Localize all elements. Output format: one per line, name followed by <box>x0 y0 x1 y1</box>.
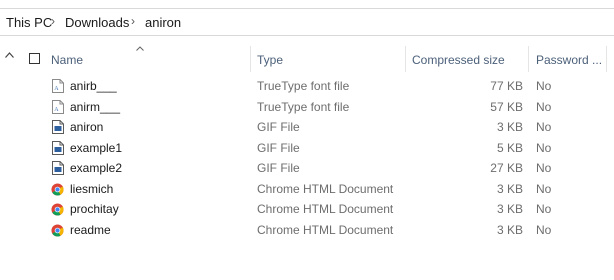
breadcrumb-this-pc[interactable]: This PC <box>6 15 52 30</box>
file-name: anirb___ <box>70 79 117 93</box>
breadcrumb-downloads[interactable]: Downloads <box>65 15 129 30</box>
file-size: 27 KB <box>490 161 523 175</box>
column-divider[interactable] <box>606 46 607 72</box>
file-list: A anirb___ TrueType font file 77 KB No A… <box>20 76 614 240</box>
address-bar: This PC › Downloads › aniron <box>0 0 614 46</box>
column-divider[interactable] <box>250 46 251 72</box>
file-password: No <box>536 161 552 175</box>
file-row[interactable]: aniron GIF File 3 KB No <box>20 117 614 138</box>
column-header-name[interactable]: Name <box>51 53 83 67</box>
file-name: anirm___ <box>70 99 121 114</box>
file-name: aniron <box>70 120 104 134</box>
file-row[interactable]: A anirm___ TrueType font file 57 KB No <box>20 97 614 118</box>
gif-file-icon <box>52 161 64 175</box>
file-password: No <box>536 120 552 134</box>
file-size: 77 KB <box>490 79 523 93</box>
chrome-icon <box>51 223 64 237</box>
file-type: Chrome HTML Document <box>257 222 394 237</box>
file-row[interactable]: prochitay Chrome HTML Document 3 KB No <box>20 199 614 220</box>
file-size: 3 KB <box>496 222 523 237</box>
file-type: GIF File <box>257 161 300 175</box>
file-row[interactable]: example2 GIF File 27 KB No <box>20 158 614 179</box>
file-password: No <box>536 140 552 155</box>
file-type: GIF File <box>257 120 300 134</box>
breadcrumb-aniron[interactable]: aniron <box>145 15 181 30</box>
gif-file-icon <box>52 120 64 134</box>
file-size: 3 KB <box>496 120 523 134</box>
svg-text:A: A <box>54 86 59 92</box>
file-password: No <box>536 79 552 93</box>
file-size: 3 KB <box>496 181 523 196</box>
file-name: prochitay <box>70 202 119 216</box>
file-size: 57 KB <box>490 99 523 114</box>
column-divider[interactable] <box>528 46 529 72</box>
navigation-pane <box>0 46 20 280</box>
breadcrumb-separator-icon[interactable]: › <box>131 14 135 28</box>
file-type: TrueType font file <box>257 99 350 114</box>
sort-ascending-icon <box>136 46 144 51</box>
column-divider[interactable] <box>405 46 406 72</box>
file-size: 3 KB <box>496 202 523 216</box>
breadcrumb[interactable]: This PC › Downloads › aniron <box>0 8 614 36</box>
file-row[interactable]: example1 GIF File 5 KB No <box>20 138 614 159</box>
font-file-icon: A <box>52 99 64 114</box>
file-password: No <box>536 202 552 216</box>
file-name: example2 <box>70 161 123 175</box>
gif-file-icon <box>52 140 64 155</box>
select-all-checkbox[interactable] <box>29 53 40 64</box>
file-row[interactable]: liesmich Chrome HTML Document 3 KB No <box>20 179 614 200</box>
file-name: liesmich <box>70 181 114 196</box>
chrome-icon <box>51 203 64 216</box>
file-name: example1 <box>70 140 123 155</box>
file-password: No <box>536 99 552 114</box>
column-header-type[interactable]: Type <box>257 53 283 67</box>
font-file-icon: A <box>52 79 64 93</box>
column-header-row: Name Type Compressed size Password ... <box>20 46 614 72</box>
file-row[interactable]: readme Chrome HTML Document 3 KB No <box>20 220 614 241</box>
chrome-icon <box>51 182 64 196</box>
file-password: No <box>536 222 552 237</box>
file-size: 5 KB <box>496 140 523 155</box>
file-row[interactable]: A anirb___ TrueType font file 77 KB No <box>20 76 614 97</box>
file-name: readme <box>70 222 111 237</box>
column-header-password[interactable]: Password ... <box>536 53 602 67</box>
file-type: Chrome HTML Document <box>257 202 394 216</box>
file-type: GIF File <box>257 140 300 155</box>
chevron-up-icon[interactable] <box>5 52 14 58</box>
breadcrumb-separator-icon[interactable]: › <box>51 14 55 28</box>
file-type: Chrome HTML Document <box>257 181 394 196</box>
svg-text:A: A <box>54 107 59 113</box>
file-password: No <box>536 181 552 196</box>
column-header-compressed-size[interactable]: Compressed size <box>412 53 505 67</box>
file-type: TrueType font file <box>257 79 350 93</box>
